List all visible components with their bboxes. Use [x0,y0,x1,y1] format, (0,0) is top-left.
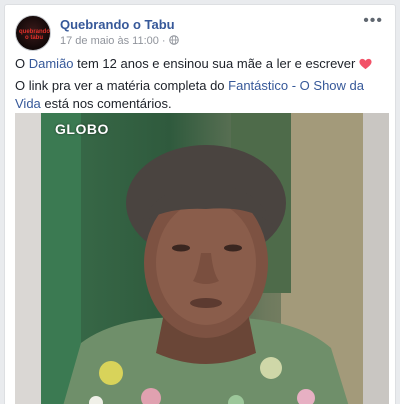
page-name-link[interactable]: Quebrando o Tabu [60,17,175,32]
globe-icon[interactable] [168,35,179,45]
video-frame[interactable]: GLOBO [41,113,363,404]
video-letterbox-left [15,113,41,404]
post-card: quebrando o tabu Quebrando o Tabu 17 de … [4,4,396,404]
damiao-link[interactable]: Damião [29,56,74,71]
video-still-image [41,113,363,404]
heart-icon [359,58,372,70]
timestamp-link[interactable]: 17 de maio às 11:00 [60,35,159,47]
post-line-1: O Damião tem 12 anos e ensinou sua mãe a… [15,55,385,73]
video-watermark: GLOBO [55,121,109,137]
post-line-2: O link pra ver a matéria completa do Fan… [15,78,364,111]
post-video[interactable]: GLOBO [15,113,389,404]
post-header: quebrando o tabu Quebrando o Tabu 17 de … [15,13,385,51]
video-letterbox-right [363,113,389,404]
page-avatar[interactable]: quebrando o tabu [15,15,51,51]
more-options-icon[interactable]: ••• [363,13,383,29]
post-meta: 17 de maio às 11:00 · [60,35,179,47]
meta-separator: · [158,35,169,47]
avatar-logo-text: quebrando o tabu [19,29,50,41]
post-text: O Damião tem 12 anos e ensinou sua mãe a… [15,55,385,117]
